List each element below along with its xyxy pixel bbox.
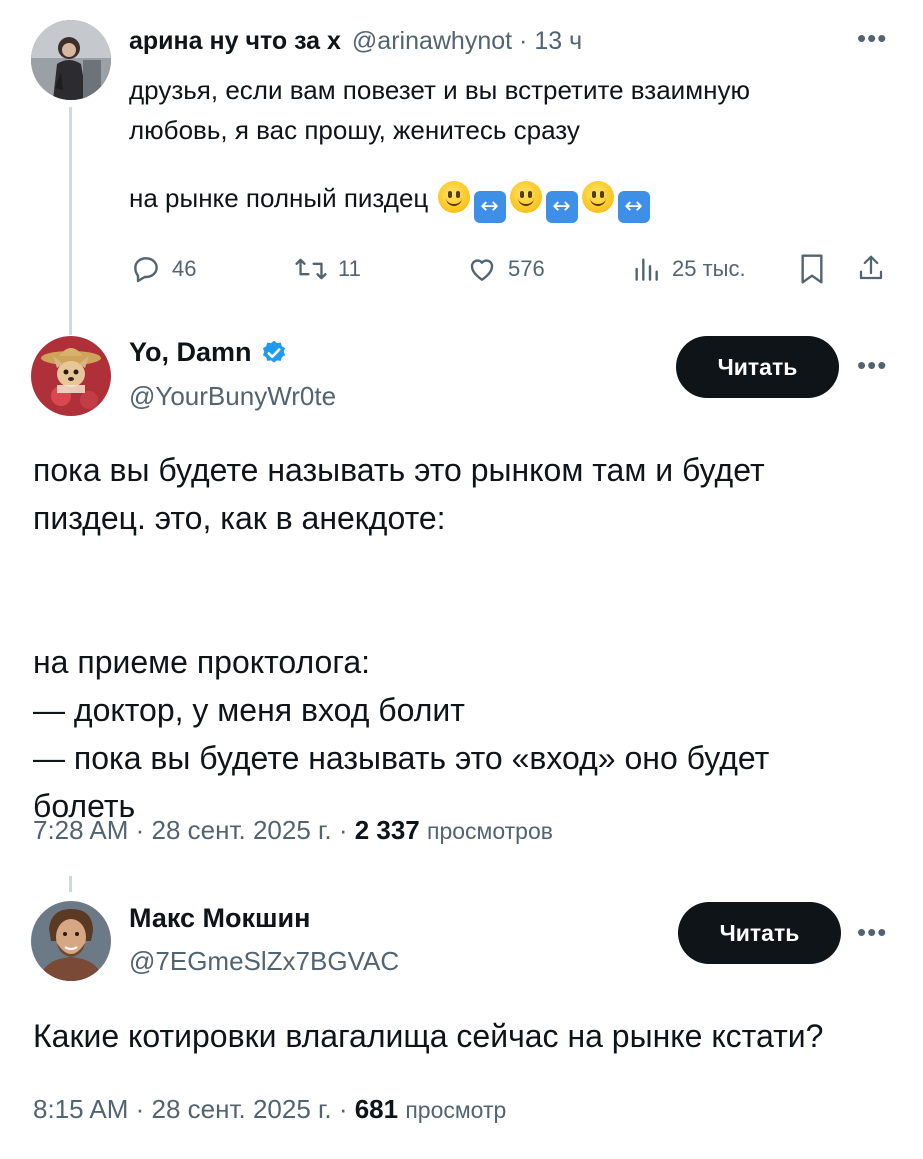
tweet-text-line: друзья, если вам повезет и вы встретите … bbox=[129, 75, 750, 105]
share-button[interactable] bbox=[856, 252, 886, 289]
author-name[interactable]: Макс Мокшин bbox=[129, 903, 310, 934]
retweet-button[interactable]: 11 bbox=[294, 253, 361, 285]
views-button[interactable]: 25 тыс. bbox=[630, 253, 746, 285]
tweet-time[interactable]: 13 ч bbox=[534, 27, 582, 55]
author-name[interactable]: Yo, Damn bbox=[129, 337, 252, 368]
slightly-smiling-face-icon bbox=[437, 181, 470, 213]
separator: · bbox=[519, 27, 528, 55]
left-right-arrow-icon: ↔ bbox=[545, 191, 578, 223]
tweet-time[interactable]: 7:28 AM bbox=[33, 815, 128, 845]
tweet-text-line: на рынке полный пиздец ↔ ↔ ↔ bbox=[129, 178, 750, 223]
views-label: просмотр bbox=[405, 1097, 507, 1123]
view-count: 681 bbox=[354, 1094, 399, 1124]
tweet-header: арина ну что за х @arinawhynot · 13 ч bbox=[129, 27, 582, 56]
reply-button[interactable]: 46 bbox=[130, 253, 196, 285]
tweet-text: друзья, если вам повезет и вы встретите … bbox=[129, 70, 750, 223]
avatar[interactable] bbox=[31, 336, 111, 416]
more-options-icon[interactable]: ••• bbox=[857, 352, 887, 378]
views-label: просмотров bbox=[427, 818, 553, 844]
analytics-icon bbox=[635, 258, 658, 281]
bookmark-button[interactable] bbox=[798, 253, 826, 290]
follow-button[interactable]: Читать bbox=[676, 336, 839, 398]
slightly-smiling-face-icon bbox=[581, 181, 614, 213]
slightly-smiling-face-icon bbox=[509, 181, 542, 213]
tweet-date[interactable]: 28 сент. 2025 г. bbox=[152, 1094, 332, 1124]
tweet-text-line: любовь, я вас прошу, женитесь сразу bbox=[129, 115, 580, 145]
like-button[interactable]: 576 bbox=[466, 253, 545, 285]
tweet-time[interactable]: 8:15 AM bbox=[33, 1094, 128, 1124]
left-right-arrow-icon: ↔ bbox=[473, 191, 506, 223]
view-count: 25 тыс. bbox=[672, 256, 746, 281]
thread-line bbox=[69, 107, 72, 335]
author-handle[interactable]: @arinawhynot bbox=[352, 27, 512, 55]
reply-icon bbox=[134, 257, 158, 283]
verified-badge-icon bbox=[262, 340, 285, 363]
dog-avatar-icon bbox=[31, 336, 111, 416]
author-name-row: Yo, Damn bbox=[129, 337, 288, 368]
tweet-text-line-3: на рынке полный пиздец bbox=[129, 183, 429, 213]
follow-button[interactable]: Читать bbox=[678, 902, 841, 964]
bookmark-icon bbox=[801, 254, 823, 284]
avatar-photo-icon bbox=[31, 20, 111, 100]
heart-icon bbox=[470, 259, 494, 281]
thread-connector bbox=[69, 876, 72, 892]
share-icon bbox=[859, 255, 883, 280]
left-right-arrow-icon: ↔ bbox=[617, 191, 650, 223]
tweet-meta: 8:15 AM · 28 сент. 2025 г. · 681 просмот… bbox=[33, 1094, 507, 1124]
man-avatar-icon bbox=[31, 901, 111, 981]
author-name[interactable]: арина ну что за х bbox=[129, 27, 341, 55]
retweet-count: 11 bbox=[338, 256, 361, 281]
tweet-body: Какие котировки влагалища сейчас на рынк… bbox=[33, 1018, 824, 1054]
retweet-icon bbox=[295, 258, 327, 280]
tweet-meta: 7:28 AM · 28 сент. 2025 г. · 2 337 просм… bbox=[33, 815, 553, 845]
more-options-icon[interactable]: ••• bbox=[857, 25, 887, 51]
author-handle[interactable]: @7EGmeSlZx7BGVAC bbox=[129, 946, 399, 977]
more-options-icon[interactable]: ••• bbox=[857, 919, 887, 945]
tweet-body: пока вы будете называть это рынком там и… bbox=[33, 452, 770, 824]
reply-count: 46 bbox=[172, 256, 197, 281]
author-handle[interactable]: @YourBunyWr0te bbox=[129, 381, 336, 412]
tweet-date[interactable]: 28 сент. 2025 г. bbox=[152, 815, 332, 845]
like-count: 576 bbox=[508, 256, 545, 281]
avatar[interactable] bbox=[31, 20, 111, 100]
avatar[interactable] bbox=[31, 901, 111, 981]
view-count: 2 337 bbox=[354, 815, 420, 845]
